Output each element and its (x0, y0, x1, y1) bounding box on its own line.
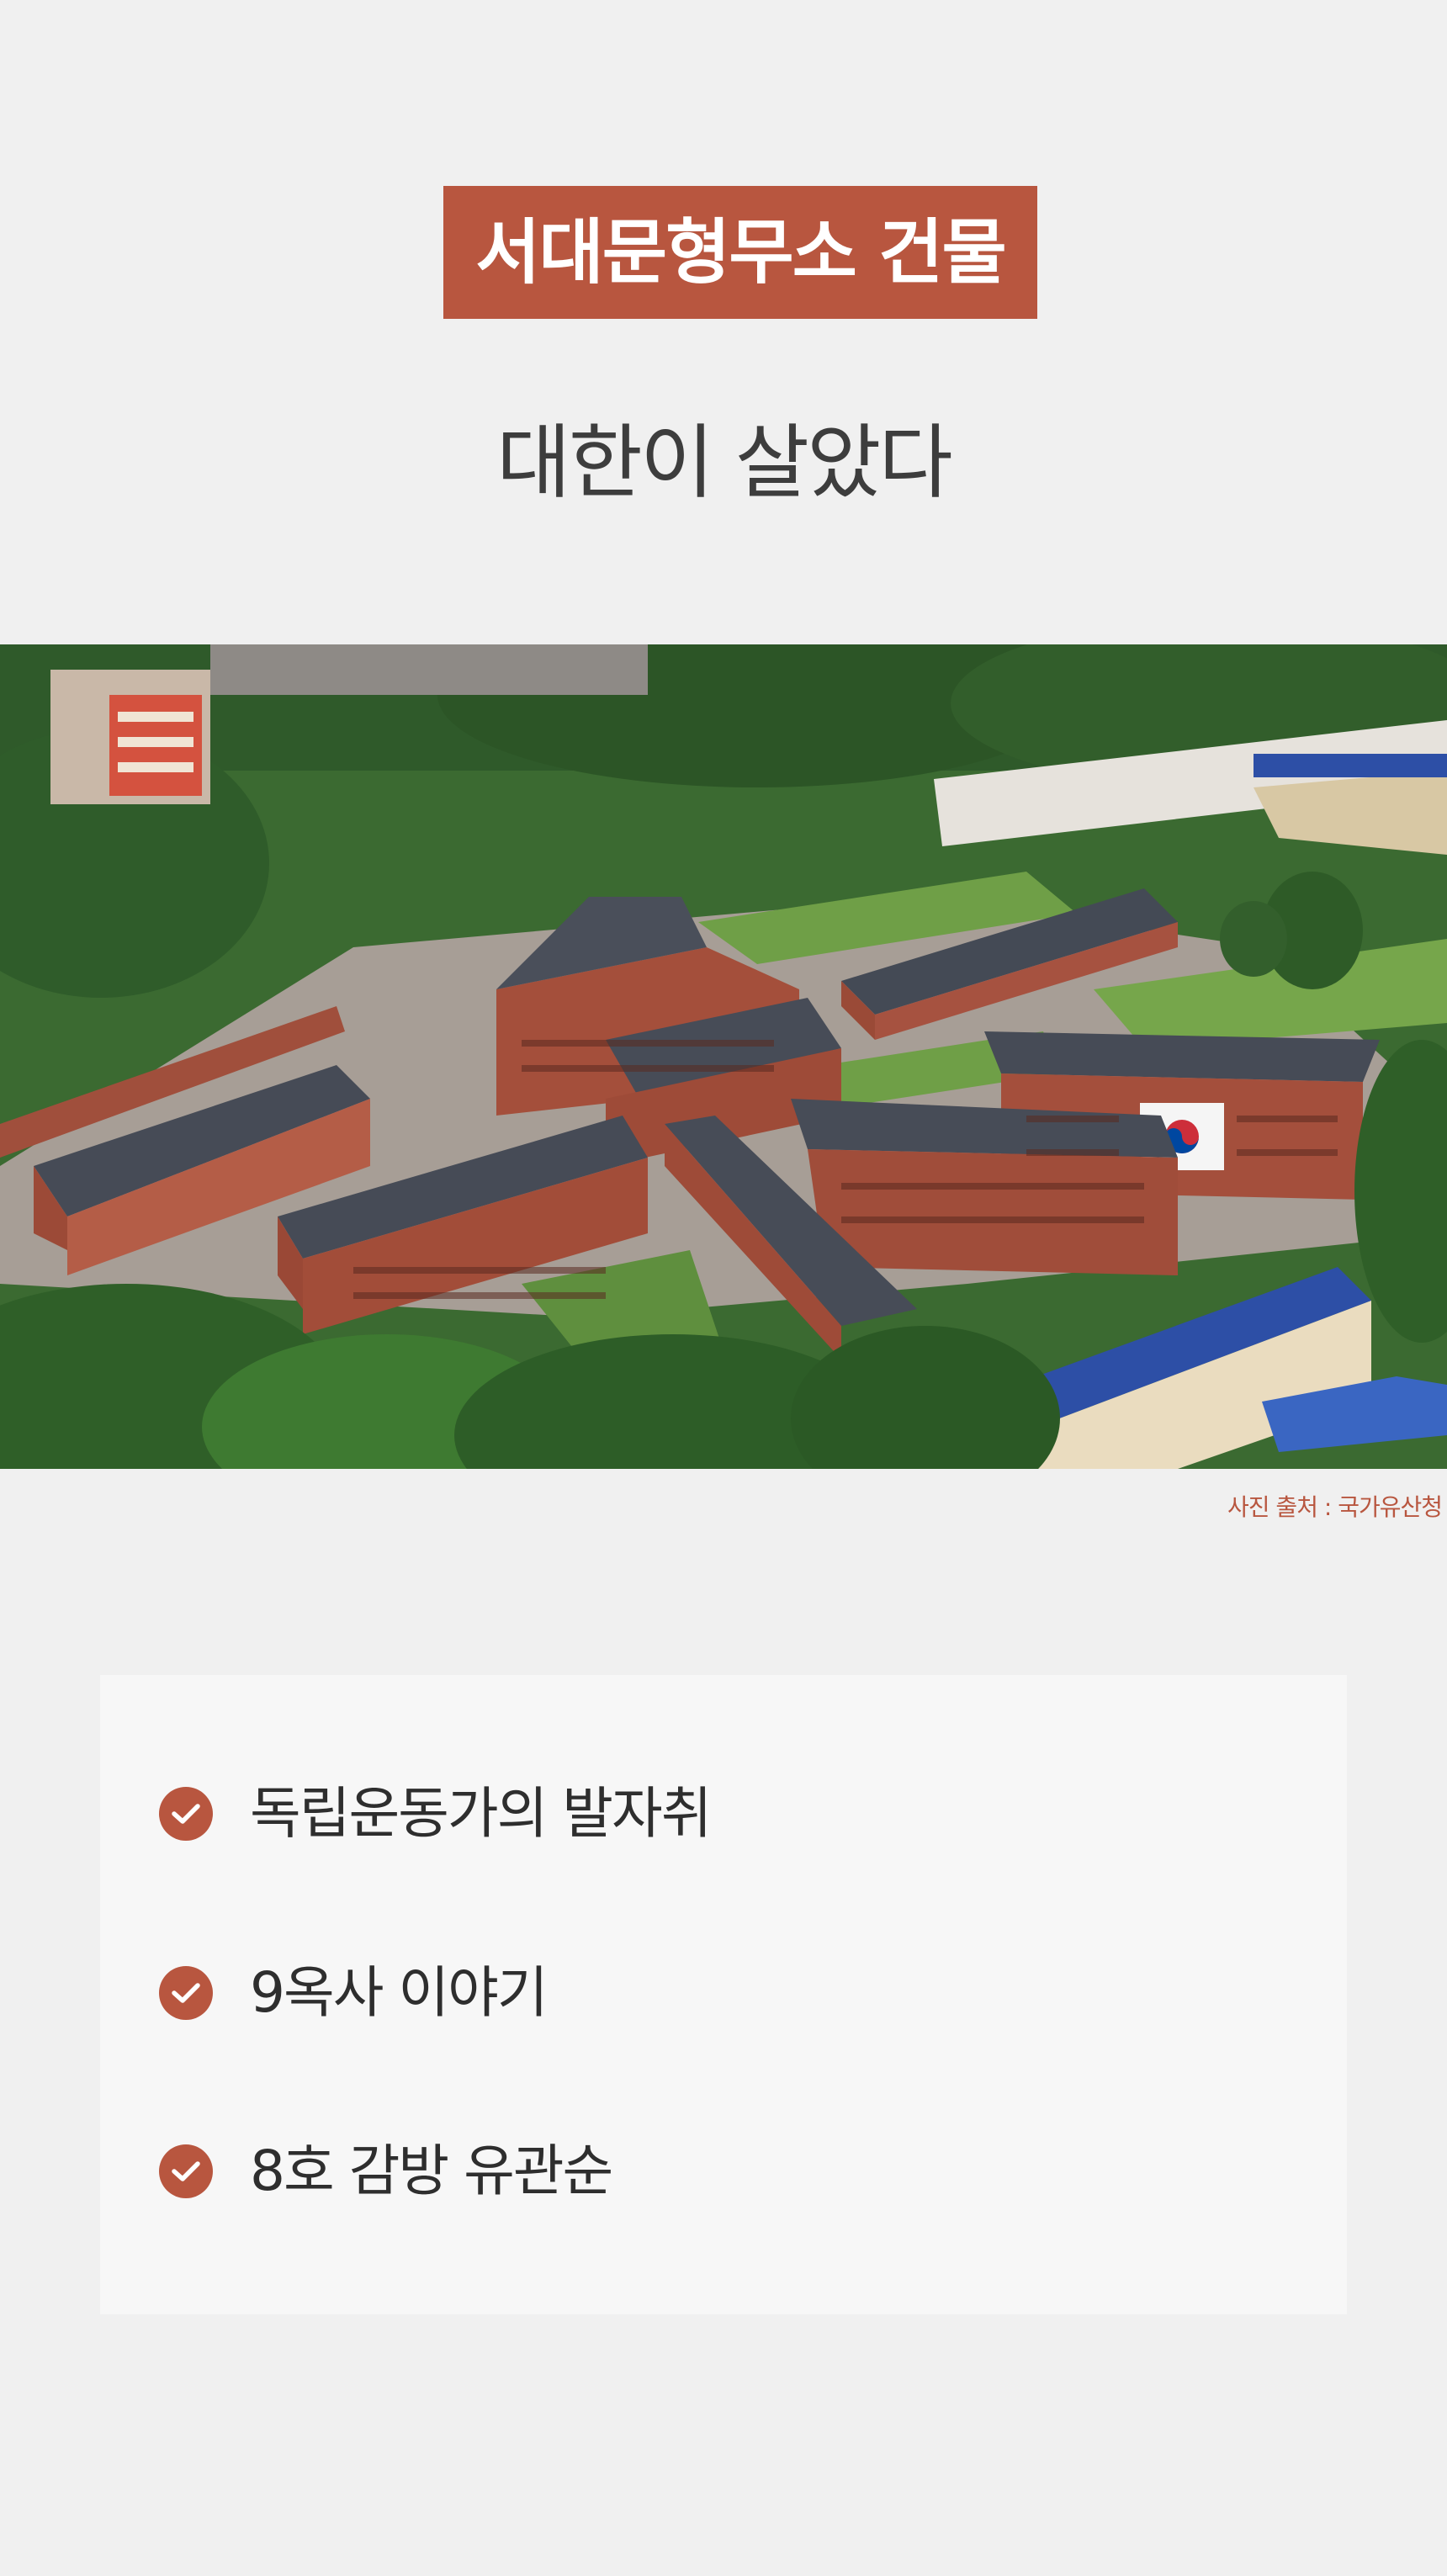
list-item-label: 9옥사 이야기 (250, 1960, 549, 2025)
checklist-card: 독립운동가의 발자취 9옥사 이야기 8호 감방 유관순 (100, 1675, 1347, 2314)
list-item: 9옥사 이야기 (159, 1955, 549, 2031)
list-item-label: 독립운동가의 발자취 (250, 1781, 712, 1846)
list-item: 8호 감방 유관순 (159, 2133, 613, 2209)
check-circle-icon (159, 1787, 213, 1841)
title-badge: 서대문형무소 건물 (443, 186, 1037, 319)
list-item-label: 8호 감방 유관순 (250, 2139, 613, 2203)
list-item: 독립운동가의 발자취 (159, 1776, 712, 1852)
check-circle-icon (159, 2144, 213, 2198)
page-title: 서대문형무소 건물 (475, 211, 1006, 294)
prison-aerial-photo (0, 644, 1447, 1469)
check-circle-icon (159, 1966, 213, 2020)
photo-credit: 사진 출처 : 국가유산청 (1227, 1493, 1443, 1521)
page-subtitle: 대한이 살았다 (496, 416, 952, 510)
